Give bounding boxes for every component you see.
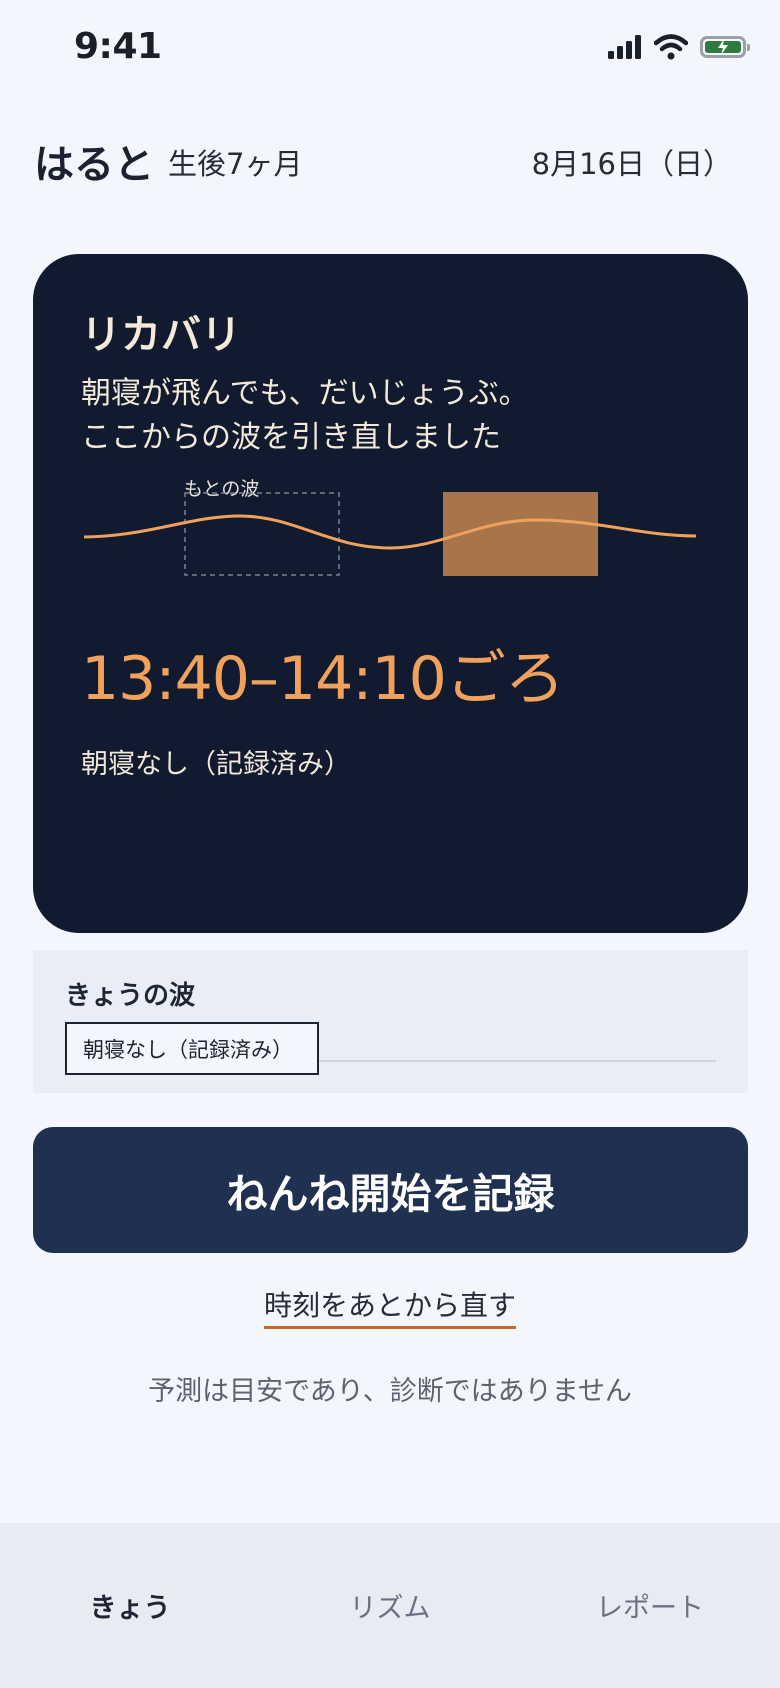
recalculated-wave-line — [83, 514, 697, 550]
nap-window-highlight — [443, 492, 598, 576]
disclaimer: 予測は目安であり、診断ではありません — [148, 1376, 632, 1407]
battery-charging-icon — [700, 36, 750, 58]
child-name: はると — [34, 142, 154, 188]
card-title: リカバリ — [81, 312, 241, 358]
todays-wave-entry[interactable]: 朝寝なし（記録済み） — [65, 1022, 319, 1075]
fix-time-link-wrapper: 時刻をあとから直す — [0, 1284, 780, 1329]
child-age: 生後7ヶ月 — [168, 147, 303, 181]
card-message-line-1: 朝寝が飛んでも、だいじょうぶ。 — [81, 376, 529, 411]
tab-report[interactable]: レポート — [520, 1586, 780, 1625]
status-time: 9:41 — [74, 26, 162, 67]
wifi-icon — [654, 34, 688, 60]
record-sleep-start-button[interactable]: ねんね開始を記録 — [33, 1127, 748, 1253]
todays-wave-timeline — [319, 1060, 716, 1062]
status-icons — [608, 34, 750, 60]
tab-rhythm[interactable]: リズム — [260, 1586, 520, 1625]
current-date: 8月16日（日） — [531, 147, 732, 181]
fix-time-link[interactable]: 時刻をあとから直す — [263, 1289, 516, 1329]
tab-today[interactable]: きょう — [0, 1586, 260, 1625]
sleep-wave-graph — [83, 492, 697, 576]
card-message-line-2: ここからの波を引き直しました — [81, 420, 501, 455]
card-status: 朝寝なし（記録済み） — [81, 749, 351, 780]
signal-icon — [608, 35, 641, 59]
todays-wave-title: きょうの波 — [65, 981, 196, 1011]
predicted-nap-window: 13:40–14:10ごろ — [81, 644, 565, 714]
